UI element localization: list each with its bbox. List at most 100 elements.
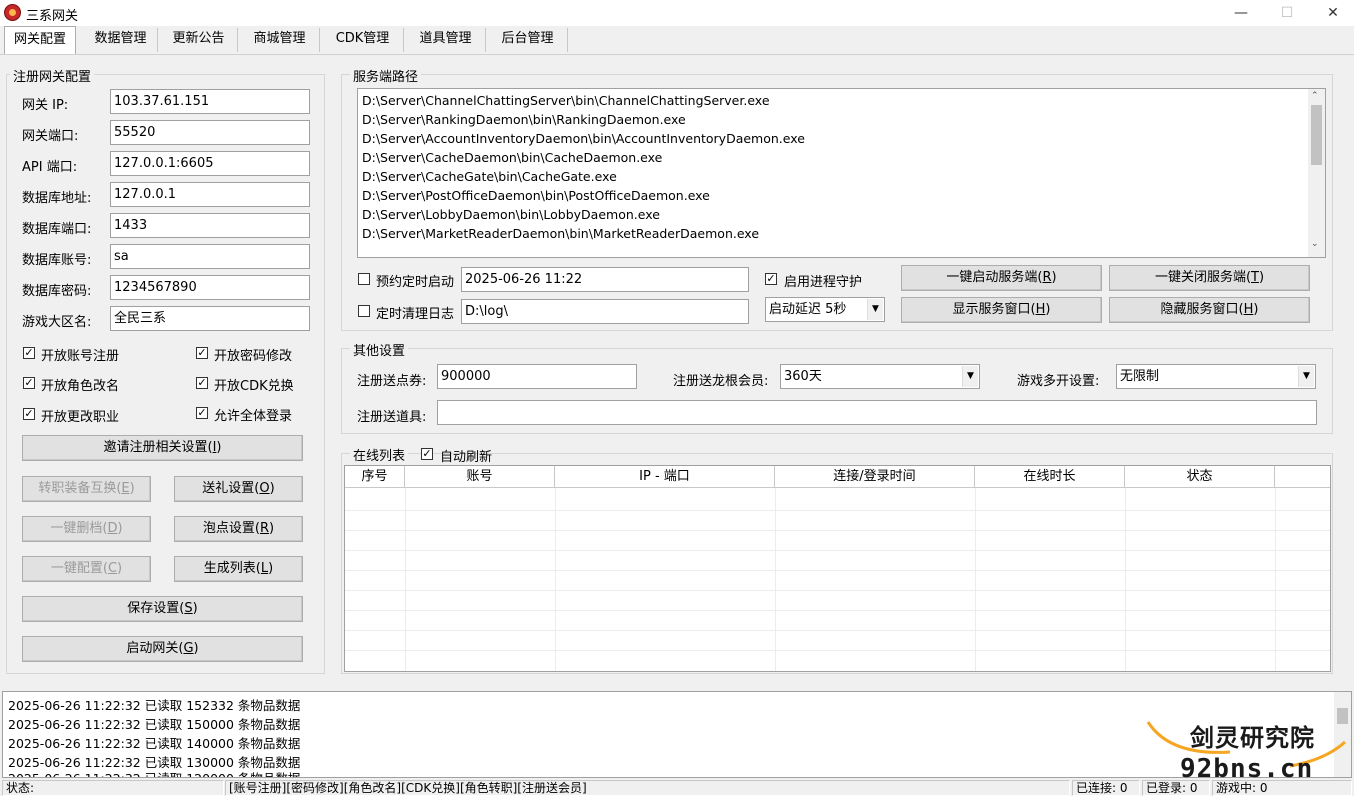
db-account-label: 数据库账号: [22,253,92,268]
start-all-servers-button[interactable]: 一键启动服务端(R) [901,265,1102,291]
scroll-down-icon[interactable]: ⌄ [1311,239,1319,249]
allow-all-login-checkbox[interactable]: ✓ [196,407,208,419]
column-header[interactable]: 状态 [1125,466,1275,488]
grid-line [345,570,1330,571]
bubble-settings-button[interactable]: 泡点设置(R) [174,516,303,542]
list-scrollbar[interactable]: ⌃ ⌄ [1308,89,1325,257]
open-cdk-label: 开放CDK兑换 [214,379,294,394]
open-job-change-label: 开放更改职业 [41,410,120,425]
tab-cdk-management[interactable]: CDK管理 [322,28,404,52]
open-job-change-checkbox[interactable]: ✓ [23,408,35,420]
list-item[interactable]: D:\Server\CacheDaemon\bin\CacheDaemon.ex… [362,150,662,165]
tab-item-management[interactable]: 道具管理 [406,28,486,52]
watermark-cn-text: 剑灵研究院 [1190,724,1315,752]
clean-log-checkbox[interactable] [358,305,370,317]
tab-update-notice[interactable]: 更新公告 [160,28,238,52]
tab-backend-management[interactable]: 后台管理 [488,28,568,52]
grid-line [555,488,556,671]
title-bar: 三系网关 — ☐ ✕ [0,0,1354,26]
list-item[interactable]: D:\Server\ChannelChattingServer\bin\Chan… [362,93,770,108]
scroll-thumb[interactable] [1311,105,1322,165]
app-logo-icon [4,4,21,21]
list-item[interactable]: D:\Server\LobbyDaemon\bin\LobbyDaemon.ex… [362,207,660,222]
scheduled-start-input[interactable]: 2025-06-26 11:22 [461,267,749,292]
status-connected: 已连接: 0 [1072,780,1140,796]
tab-gateway-config[interactable]: 网关配置 [4,26,76,54]
grid-line [345,550,1330,551]
register-points-input[interactable]: 900000 [437,364,637,389]
maximize-button[interactable]: ☐ [1264,0,1310,26]
chevron-down-icon[interactable]: ▼ [867,299,883,320]
db-address-input[interactable]: 127.0.0.1 [110,182,310,207]
api-port-input[interactable]: 127.0.0.1:6605 [110,151,310,176]
auto-refresh-label: 自动刷新 [440,450,493,465]
chevron-down-icon[interactable]: ▼ [1298,366,1314,387]
register-vip-select[interactable]: 360天 ▼ [780,364,980,389]
db-account-input[interactable]: sa [110,244,310,269]
scheduled-start-checkbox[interactable] [358,273,370,285]
gateway-port-input[interactable]: 55520 [110,120,310,145]
auto-refresh-checkbox[interactable]: ✓ [421,448,433,460]
gateway-ip-input[interactable]: 103.37.61.151 [110,89,310,114]
grid-line [345,590,1330,591]
zone-name-input[interactable]: 全民三系 [110,306,310,331]
register-items-input[interactable] [437,400,1317,425]
scroll-up-icon[interactable]: ⌃ [1311,91,1319,101]
db-password-input[interactable]: 1234567890 [110,275,310,300]
grid-line [345,630,1330,631]
open-password-change-checkbox[interactable]: ✓ [196,347,208,359]
status-bar: 状态: [账号注册][密码修改][角色改名][CDK兑换][角色转职][注册送会… [0,778,1354,796]
column-header[interactable]: IP - 端口 [555,466,775,488]
status-flags: [账号注册][密码修改][角色改名][CDK兑换][角色转职][注册送会员] [225,780,1070,796]
generate-list-button[interactable]: 生成列表(L) [174,556,303,582]
minimize-button[interactable]: — [1218,0,1264,26]
job-equip-swap-button[interactable]: 转职装备互换(E) [22,476,151,502]
invite-register-settings-button[interactable]: 邀请注册相关设置(I) [22,435,303,461]
online-table[interactable]: 序号 账号 IP - 端口 连接/登录时间 在线时长 状态 [344,465,1331,672]
gateway-port-label: 网关端口: [22,129,79,144]
gift-settings-button[interactable]: 送礼设置(O) [174,476,303,502]
hide-server-windows-button[interactable]: 隐藏服务窗口(H) [1109,297,1310,323]
column-header[interactable]: 在线时长 [975,466,1125,488]
list-item[interactable]: D:\Server\AccountInventoryDaemon\bin\Acc… [362,131,805,146]
clean-log-label: 定时清理日志 [376,307,455,322]
server-path-list[interactable]: D:\Server\ChannelChattingServer\bin\Chan… [357,88,1326,258]
window-title: 三系网关 [26,9,79,24]
list-item[interactable]: D:\Server\MarketReaderDaemon\bin\MarketR… [362,226,759,241]
tab-data-management[interactable]: 数据管理 [84,28,158,52]
open-register-checkbox[interactable]: ✓ [23,347,35,359]
start-gateway-button[interactable]: 启动网关(G) [22,636,303,662]
stop-all-servers-button[interactable]: 一键关闭服务端(T) [1109,265,1310,291]
zone-name-label: 游戏大区名: [22,315,92,330]
show-server-windows-button[interactable]: 显示服务窗口(H) [901,297,1102,323]
db-address-label: 数据库地址: [22,191,92,206]
gateway-ip-label: 网关 IP: [22,98,69,113]
status-in-game: 游戏中: 0 [1212,780,1352,796]
column-header[interactable]: 连接/登录时间 [775,466,975,488]
open-cdk-checkbox[interactable]: ✓ [196,377,208,389]
list-item[interactable]: D:\Server\RankingDaemon\bin\RankingDaemo… [362,112,686,127]
column-header[interactable]: 序号 [345,466,405,488]
chevron-down-icon[interactable]: ▼ [962,366,978,387]
log-path-input[interactable]: D:\log\ [461,299,749,324]
scheduled-start-label: 预约定时启动 [376,275,455,290]
column-header[interactable]: 账号 [405,466,555,488]
db-password-label: 数据库密码: [22,284,92,299]
grid-line [775,488,776,671]
open-rename-checkbox[interactable]: ✓ [23,377,35,389]
status-label: 状态: [2,780,224,796]
process-guard-checkbox[interactable]: ✓ [765,273,777,285]
open-password-change-label: 开放密码修改 [214,349,293,364]
save-settings-button[interactable]: 保存设置(S) [22,596,303,622]
db-port-input[interactable]: 1433 [110,213,310,238]
list-item[interactable]: D:\Server\CacheGate\bin\CacheGate.exe [362,169,617,184]
multi-open-select[interactable]: 无限制 ▼ [1116,364,1316,389]
close-button[interactable]: ✕ [1310,0,1354,26]
log-line: 2025-06-26 11:22:32 已读取 152332 条物品数据 [8,698,301,713]
one-click-config-button[interactable]: 一键配置(C) [22,556,151,582]
tab-shop-management[interactable]: 商城管理 [240,28,320,52]
start-delay-select[interactable]: 启动延迟 5秒 ▼ [765,297,885,322]
db-port-label: 数据库端口: [22,222,92,237]
list-item[interactable]: D:\Server\PostOfficeDaemon\bin\PostOffic… [362,188,710,203]
wipe-data-button[interactable]: 一键删档(D) [22,516,151,542]
